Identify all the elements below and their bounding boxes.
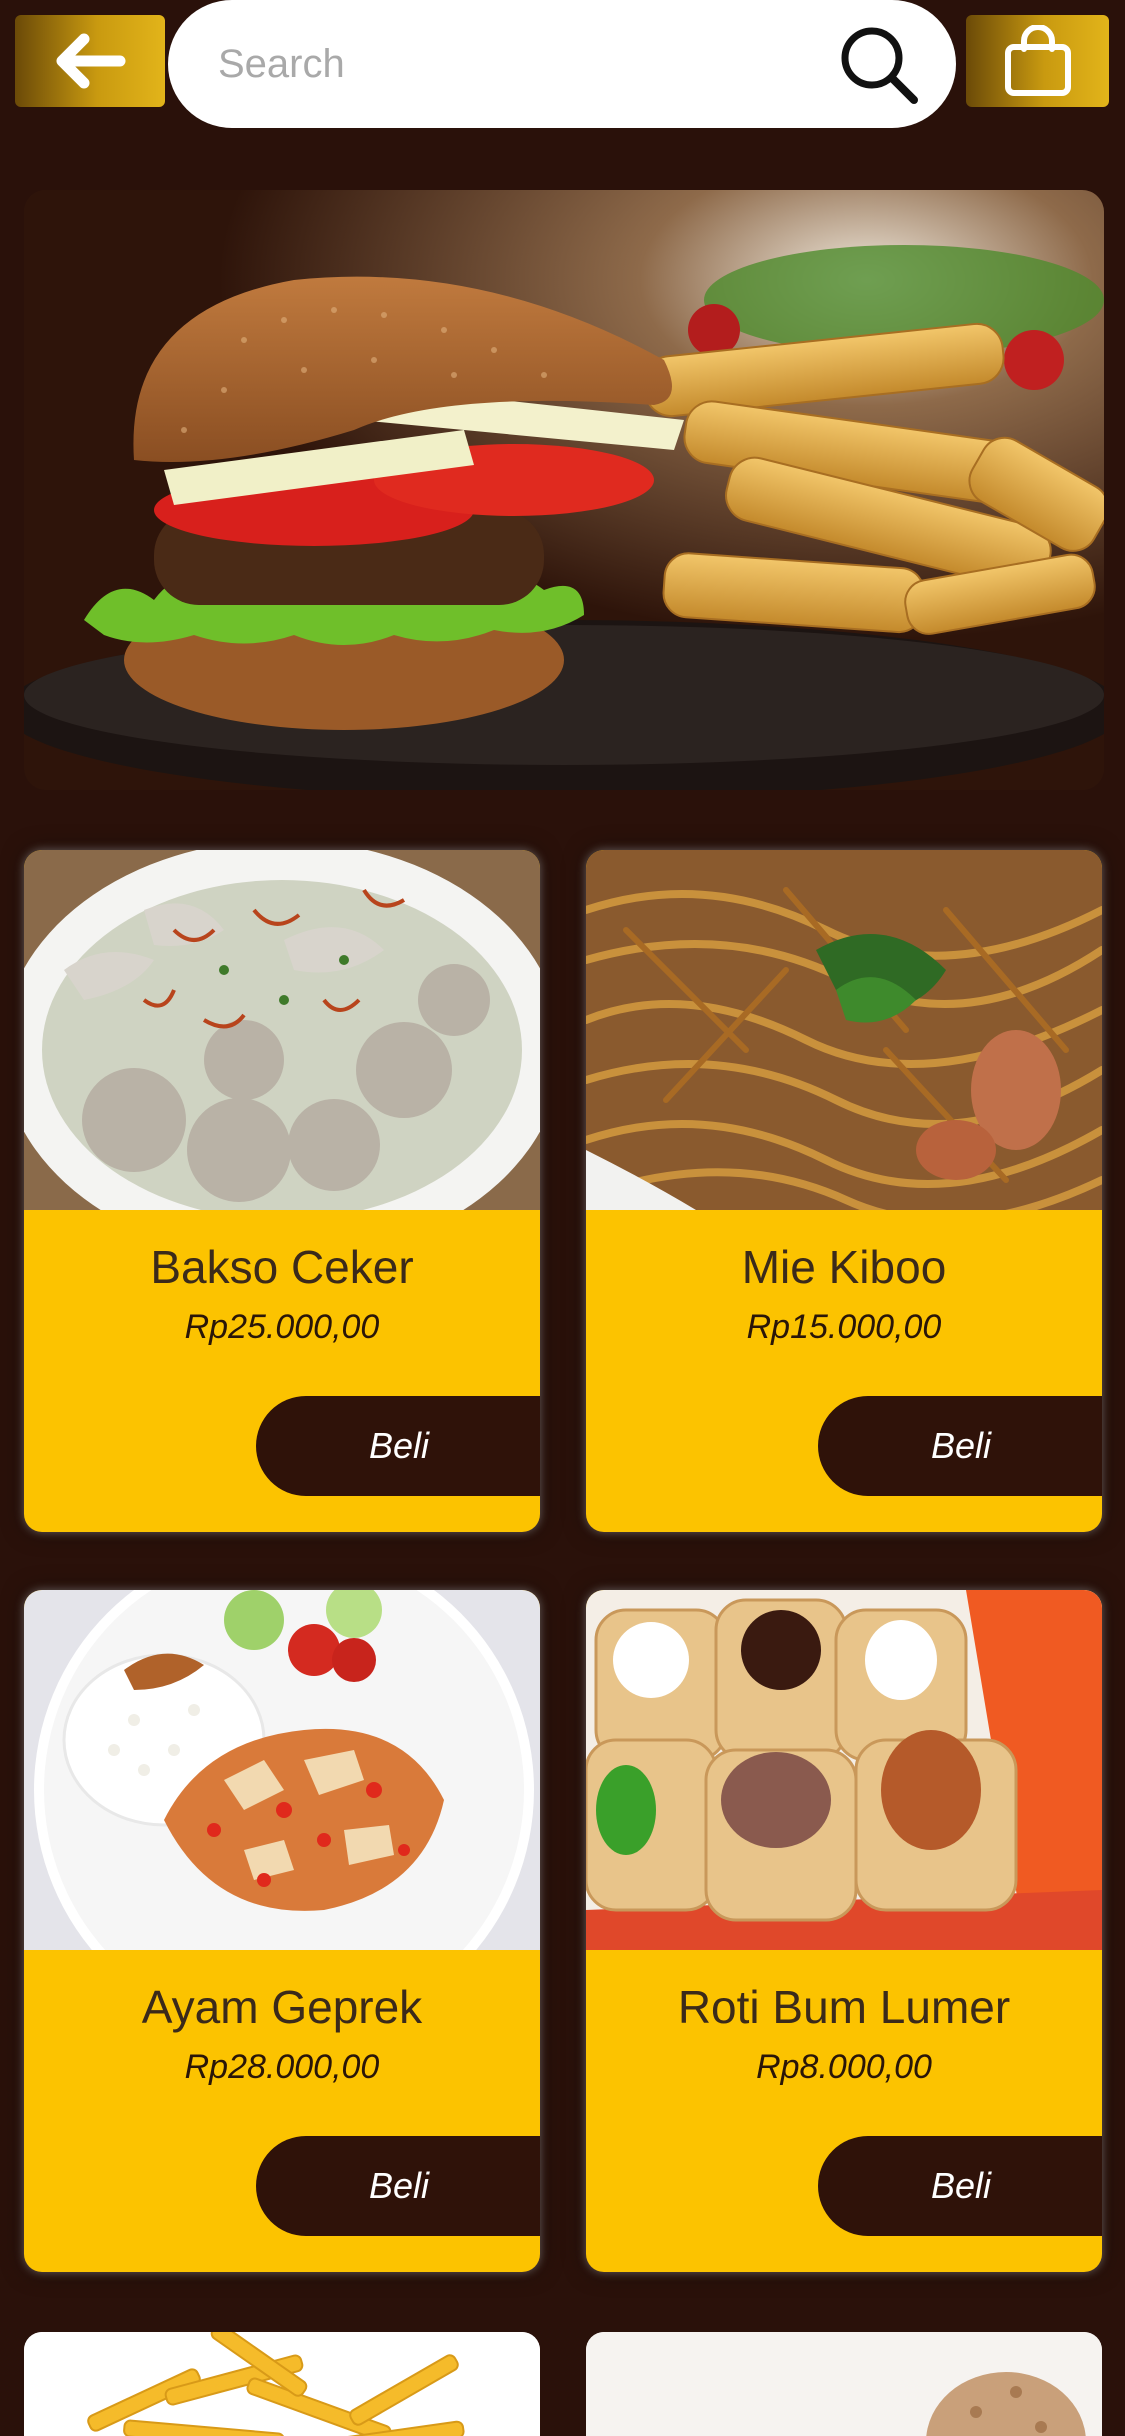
product-price: Rp28.000,00 <box>184 2048 380 2086</box>
product-name: Roti Bum Lumer <box>677 1981 1011 2033</box>
shopping-bag-icon <box>1004 25 1071 96</box>
cart-button[interactable] <box>966 15 1109 107</box>
search-bar <box>168 0 956 128</box>
burger-and-fries-photo <box>24 190 1104 790</box>
bakso-ceker-photo <box>24 850 540 1210</box>
ayam-geprek-photo <box>24 1590 540 1950</box>
arrow-left-icon <box>56 33 126 89</box>
product-image <box>24 850 540 1210</box>
mie-kiboo-photo <box>586 850 1102 1210</box>
back-button[interactable] <box>15 15 165 107</box>
promo-banner[interactable] <box>24 190 1104 790</box>
search-input[interactable] <box>216 40 810 88</box>
product-name: Bakso Ceker <box>150 1241 414 1293</box>
product-card[interactable]: Bakso Ceker Rp25.000,00 Beli <box>24 850 540 1532</box>
search-button[interactable] <box>836 22 920 106</box>
buy-button[interactable]: Beli <box>818 1396 1102 1496</box>
product-price: Rp15.000,00 <box>746 1308 942 1346</box>
product-card[interactable]: Roti Bum Lumer Rp8.000,00 Beli <box>586 1590 1102 2272</box>
product-image <box>24 1590 540 1950</box>
buy-button[interactable]: Beli <box>256 2136 540 2236</box>
product-card[interactable] <box>24 2332 540 2436</box>
product-price: Rp25.000,00 <box>184 1308 380 1346</box>
product-image <box>586 850 1102 1210</box>
product-card[interactable]: Mie Kiboo Rp15.000,00 Beli <box>586 850 1102 1532</box>
search-icon <box>841 27 918 104</box>
product-card[interactable] <box>586 2332 1102 2436</box>
french-fries-photo <box>24 2332 540 2436</box>
buy-button[interactable]: Beli <box>256 1396 540 1496</box>
product-image <box>586 1590 1102 1950</box>
product-name: Ayam Geprek <box>141 1981 423 2033</box>
app-screen: Bakso Ceker Rp25.000,00 Beli <box>0 0 1125 2436</box>
roti-bum-lumer-photo <box>586 1590 1102 1950</box>
product-card[interactable]: Ayam Geprek Rp28.000,00 Beli <box>24 1590 540 2272</box>
ice-cream-photo <box>586 2332 1102 2436</box>
product-price: Rp8.000,00 <box>756 2048 932 2086</box>
product-name: Mie Kiboo <box>741 1241 947 1293</box>
buy-button[interactable]: Beli <box>818 2136 1102 2236</box>
